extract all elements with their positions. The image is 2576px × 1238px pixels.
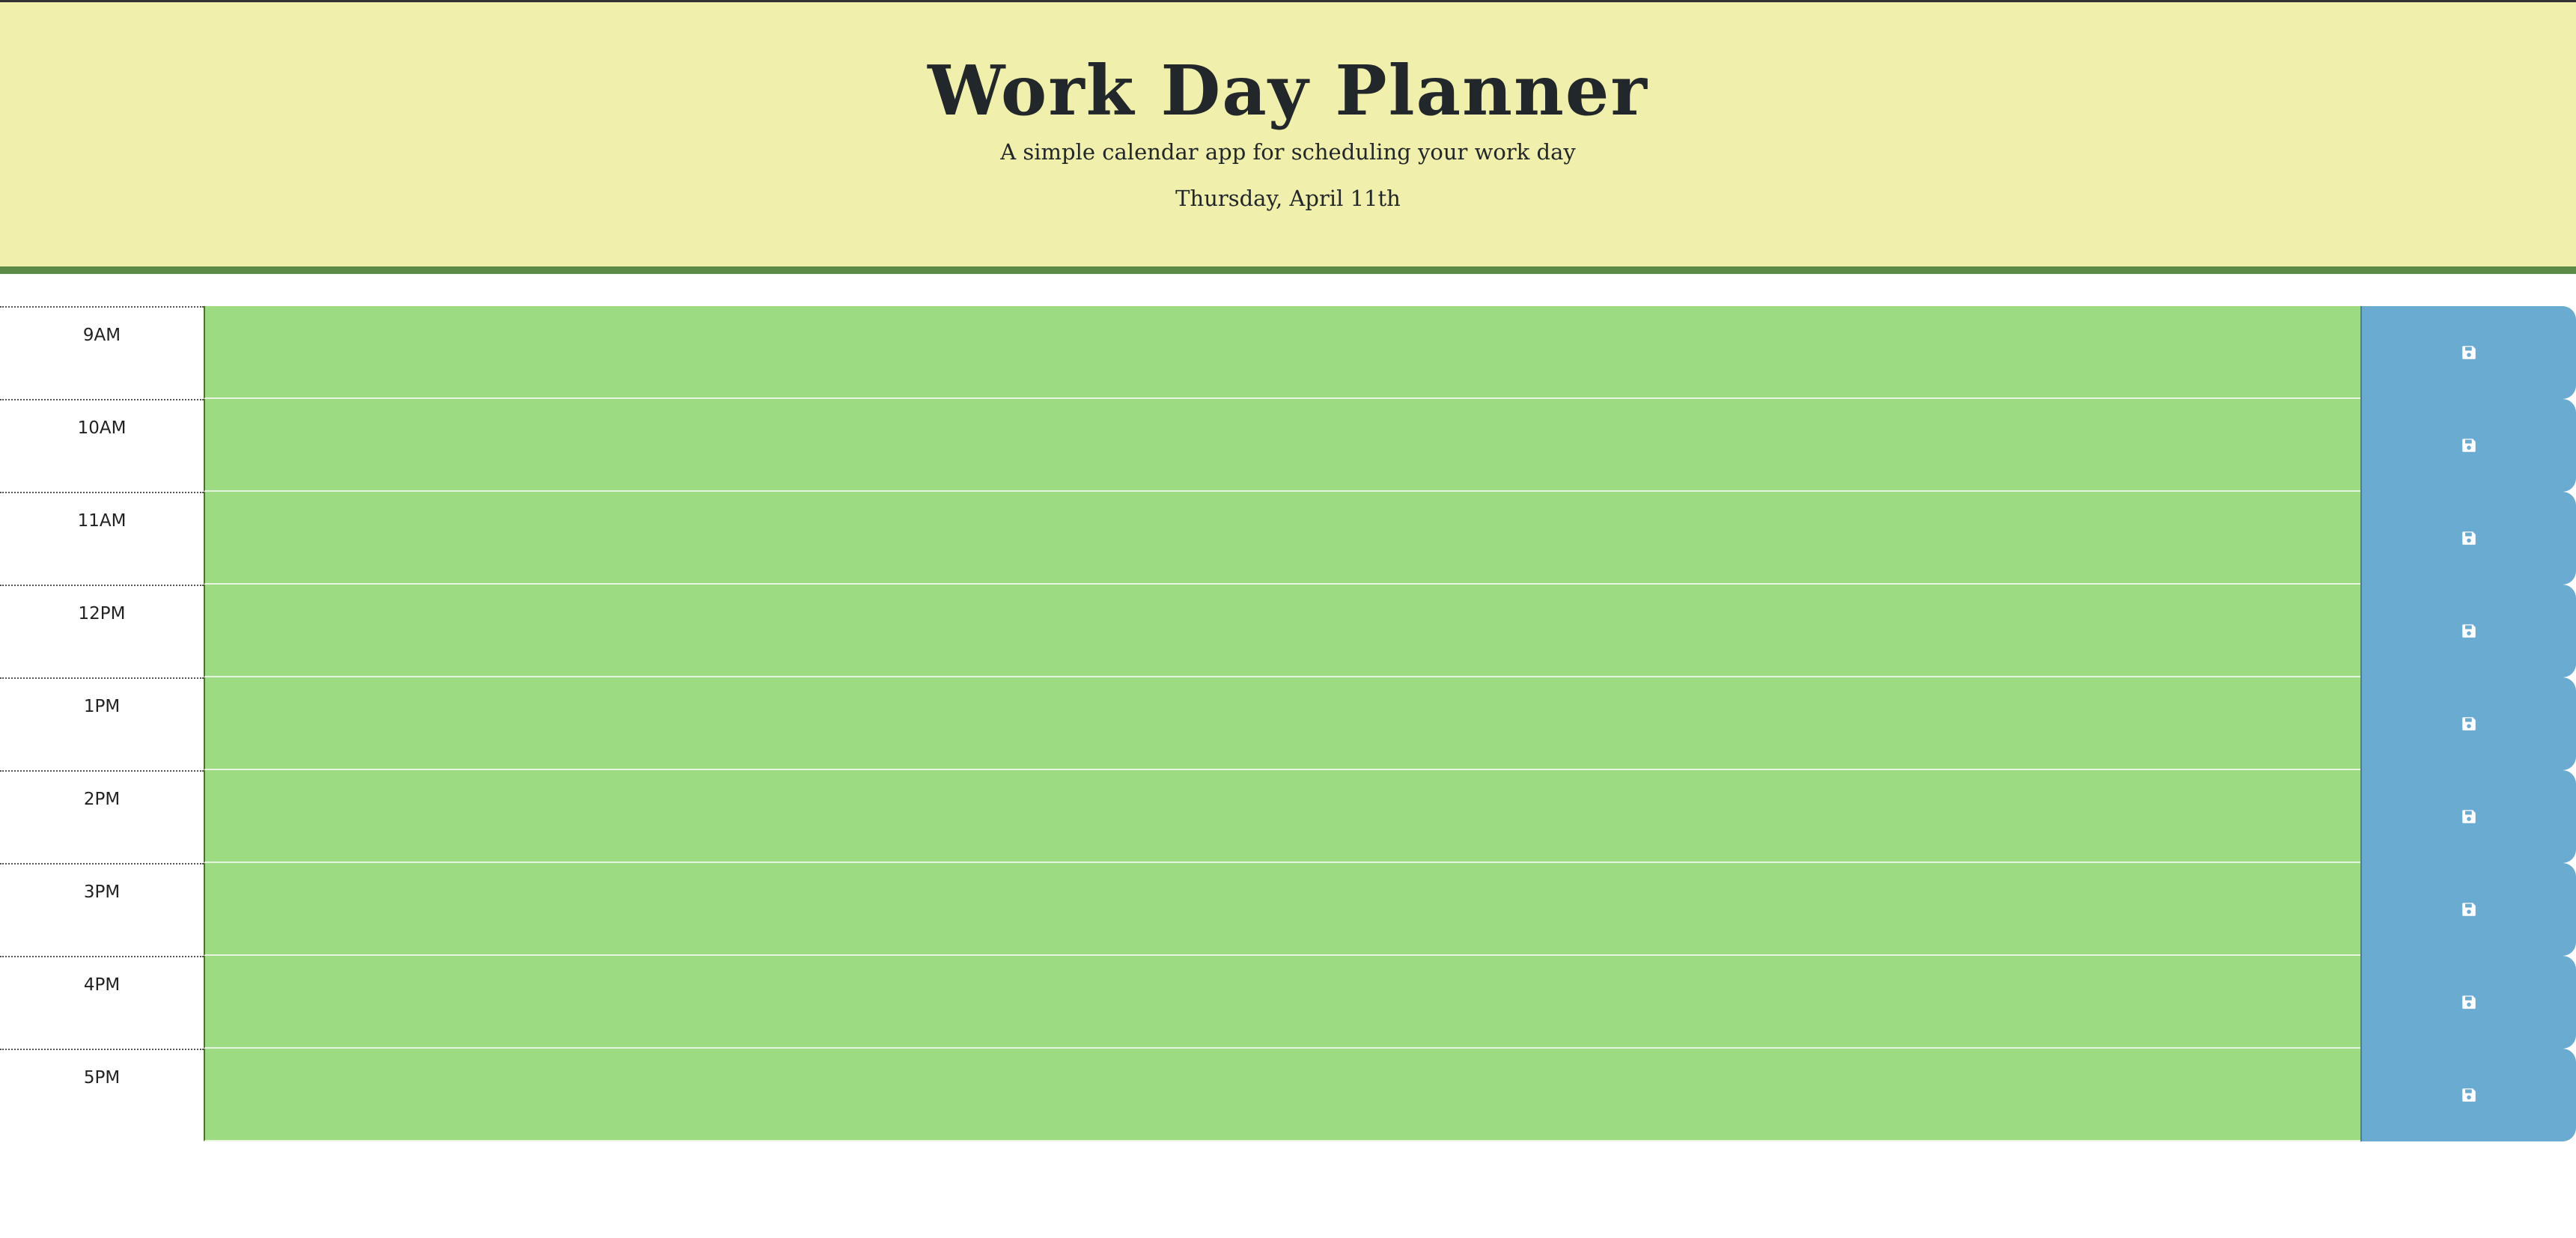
hour-label: 5PM [0,1049,204,1141]
event-description-input[interactable] [204,863,2360,956]
save-button[interactable] [2360,863,2576,956]
save-button[interactable] [2360,492,2576,585]
time-block-row: 4PM [0,956,2576,1049]
header-jumbotron: Work Day Planner A simple calendar app f… [0,0,2576,274]
event-description-input[interactable] [204,306,2360,399]
floppy-disk-icon [2462,995,2476,1009]
save-button[interactable] [2360,306,2576,399]
floppy-disk-icon [2462,531,2476,545]
event-description-input[interactable] [204,585,2360,677]
time-block-row: 3PM [0,863,2576,956]
floppy-disk-icon [2462,1088,2476,1102]
planner-container: 9AM 10AM 11AM 12PM 1PM 2PM 3PM 4PM 5PM [0,306,2576,1141]
time-block-row: 12PM [0,585,2576,677]
page-subtitle: A simple calendar app for scheduling you… [1000,139,1576,165]
page-title: Work Day Planner [928,50,1648,131]
save-button[interactable] [2360,585,2576,677]
hour-label: 2PM [0,770,204,863]
floppy-disk-icon [2462,903,2476,916]
save-button[interactable] [2360,1049,2576,1141]
floppy-disk-icon [2462,810,2476,823]
save-button[interactable] [2360,677,2576,770]
current-day: Thursday, April 11th [1175,186,1401,211]
event-description-input[interactable] [204,492,2360,585]
floppy-disk-icon [2462,717,2476,731]
event-description-input[interactable] [204,677,2360,770]
hour-label: 1PM [0,677,204,770]
time-block-row: 2PM [0,770,2576,863]
hour-label: 9AM [0,306,204,399]
time-block-row: 9AM [0,306,2576,399]
time-block-row: 11AM [0,492,2576,585]
hour-label: 12PM [0,585,204,677]
event-description-input[interactable] [204,956,2360,1049]
hour-label: 4PM [0,956,204,1049]
hour-label: 10AM [0,399,204,492]
event-description-input[interactable] [204,399,2360,492]
time-block-row: 1PM [0,677,2576,770]
hour-label: 3PM [0,863,204,956]
floppy-disk-icon [2462,439,2476,452]
time-block-row: 5PM [0,1049,2576,1141]
event-description-input[interactable] [204,770,2360,863]
hour-label: 11AM [0,492,204,585]
save-button[interactable] [2360,770,2576,863]
event-description-input[interactable] [204,1049,2360,1141]
save-button[interactable] [2360,956,2576,1049]
save-button[interactable] [2360,399,2576,492]
floppy-disk-icon [2462,346,2476,359]
time-block-row: 10AM [0,399,2576,492]
floppy-disk-icon [2462,624,2476,638]
